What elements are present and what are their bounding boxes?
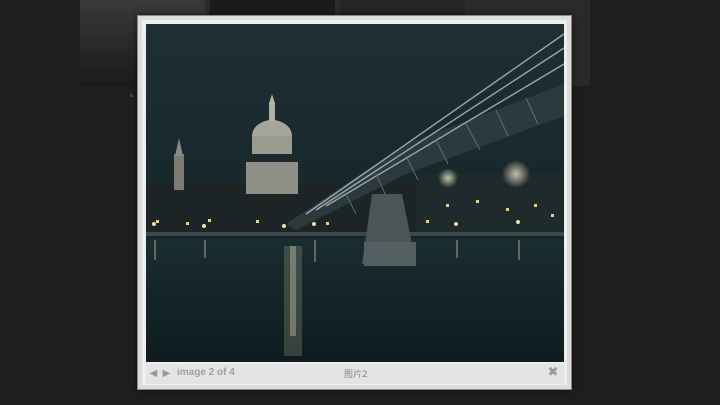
- close-icon[interactable]: ✖: [546, 366, 560, 380]
- night-bridge-photo: [146, 24, 564, 362]
- lightbox-dialog: ◀ ▶ image 2 of 4 图片2 ✖: [137, 15, 572, 390]
- lightbox-image[interactable]: [146, 24, 564, 362]
- image-counter: image 2 of 4: [177, 367, 235, 378]
- lightbox-frame: ◀ ▶ image 2 of 4 图片2 ✖: [142, 20, 567, 385]
- arrow-right-icon[interactable]: ▶: [161, 368, 172, 379]
- lightbox-footer: ◀ ▶ image 2 of 4 图片2 ✖: [146, 364, 564, 384]
- image-caption: 图片2: [344, 370, 368, 380]
- arrow-left-icon[interactable]: ◀: [148, 368, 159, 379]
- background-caption-marker: [130, 94, 133, 97]
